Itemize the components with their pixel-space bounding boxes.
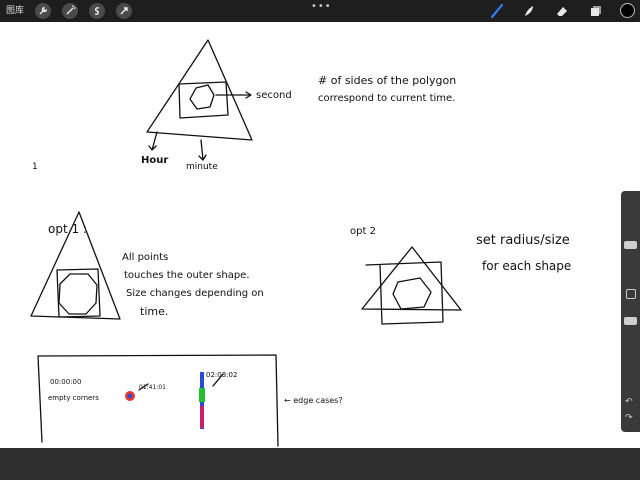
redo-button[interactable]: ↷: [625, 413, 633, 423]
blue-dot-center: [127, 393, 133, 399]
magic-wand-icon[interactable]: [62, 3, 78, 19]
note-radius-1: set radius/size: [476, 233, 570, 248]
opt1-octagon: [58, 273, 98, 315]
note-polygon-line2: correspond to current time.: [318, 93, 455, 104]
opt2-triangle: [361, 246, 462, 311]
opt1-square: [56, 268, 101, 318]
label-time-small: 01:41:01: [139, 384, 166, 391]
hand-drawn-triangle: [146, 39, 253, 141]
note-all-points-1: All points: [122, 252, 168, 263]
drawing-canvas[interactable]: second Hour minute # of sides of the pol…: [0, 22, 640, 448]
hand-drawn-hexagon: [189, 84, 215, 110]
label-opt2: opt 2: [350, 226, 376, 237]
note-all-points-2: touches the outer shape.: [124, 270, 250, 281]
hand-drawn-square: [178, 81, 229, 119]
undo-button[interactable]: ↶: [625, 397, 633, 407]
label-minute: minute: [186, 162, 218, 172]
eraser-icon[interactable]: [554, 3, 570, 19]
label-empty-corners: empty corners: [48, 394, 99, 402]
selection-icon[interactable]: [89, 3, 105, 19]
label-time-right: 02:03:02: [206, 371, 237, 379]
label-edge-cases: ← edge cases?: [284, 396, 343, 405]
label-second: second: [256, 90, 292, 101]
wrench-icon[interactable]: [35, 3, 51, 19]
label-opt1: opt 1 :: [48, 222, 87, 236]
top-toolbar: 图库 •••: [0, 0, 640, 22]
smudge-icon[interactable]: [521, 3, 537, 19]
note-radius-2: for each shape: [482, 259, 571, 273]
more-menu-button[interactable]: •••: [311, 1, 332, 12]
note-all-points-4: time.: [140, 305, 168, 318]
transform-arrow-icon[interactable]: [116, 3, 132, 19]
brush-sidebar: ↶ ↷: [621, 191, 640, 432]
arrow-to-minute: [198, 139, 207, 161]
label-hour: Hour: [141, 155, 168, 166]
bottom-bar: [0, 448, 640, 480]
green-segment: [199, 388, 205, 402]
opacity-slider[interactable]: [624, 317, 637, 325]
brush-icon[interactable]: [489, 3, 505, 19]
modify-button[interactable]: [626, 289, 636, 299]
layers-icon[interactable]: [588, 3, 604, 19]
red-segment: [200, 406, 204, 428]
gallery-button[interactable]: 图库: [6, 3, 24, 16]
opt2-pentagon: [392, 277, 432, 310]
note-polygon-line1: # of sides of the polygon: [318, 74, 456, 87]
color-picker-button[interactable]: [620, 3, 635, 18]
brush-size-slider[interactable]: [624, 241, 637, 249]
sketch-layer: second Hour minute # of sides of the pol…: [30, 39, 571, 447]
label-time-zero: 00:00:00: [50, 378, 81, 386]
mark-1: 1: [32, 162, 38, 172]
note-all-points-3: Size changes depending on: [126, 288, 264, 299]
arrow-to-hour: [148, 131, 158, 151]
